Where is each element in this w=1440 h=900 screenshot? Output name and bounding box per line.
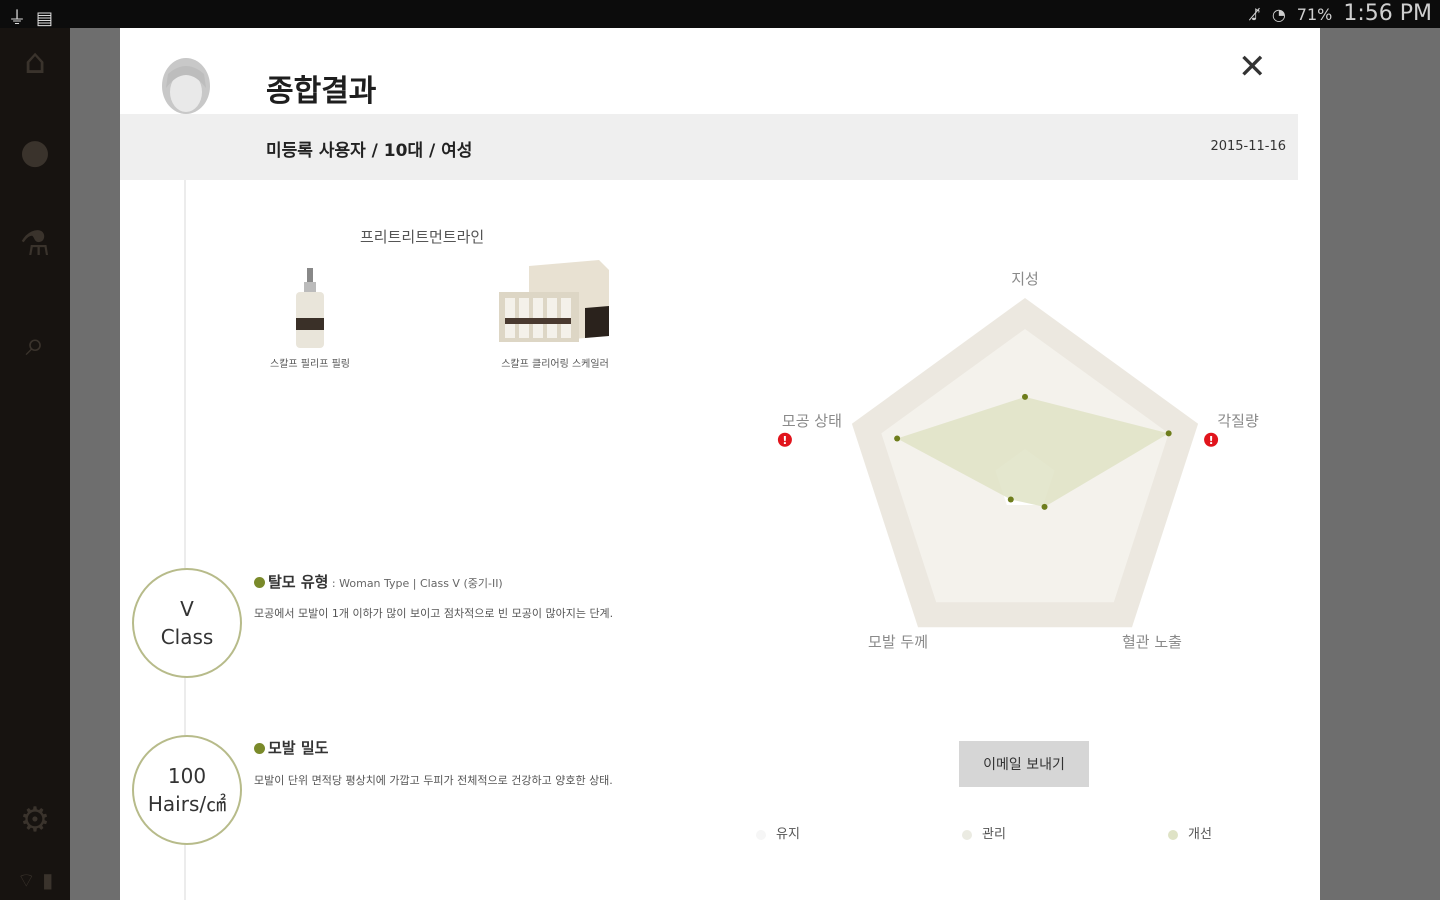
- legend-swatch: [756, 829, 766, 840]
- sidebar: ⌂ ● ⚗ ⌕ ⚙ ⌔ ▮: [0, 28, 70, 900]
- radar-axis-label: 모공 상태: [782, 412, 842, 430]
- battery-level: 71%: [1296, 5, 1333, 24]
- radar-data-point: [1007, 496, 1014, 503]
- class-label: Class: [160, 625, 214, 649]
- send-email-button[interactable]: 이메일 보내기: [959, 741, 1089, 787]
- status-bar: ⏚▤ ♪̸ ◔ 71% 1:56 PM: [0, 0, 1440, 29]
- alert-icon-mark: !: [782, 434, 787, 447]
- user-info-bar: 미등록 사용자 / 10대 / 여성 2015-11-16: [120, 114, 1298, 180]
- product-name: 스칼프 필리프 필링: [270, 359, 350, 370]
- hair-density-description: 모발이 단위 면적당 평상치에 가깝고 두피가 전체적으로 건강하고 양호한 상…: [254, 774, 613, 787]
- serum-bottle-image: [296, 268, 324, 348]
- recommendation-title: 프리트리트먼트라인: [360, 228, 485, 246]
- hair-loss-type-subtitle: : Woman Type | Class V (중기-II): [328, 577, 503, 590]
- search-icon[interactable]: ⌕: [0, 324, 70, 364]
- density-value: 100: [167, 764, 207, 788]
- class-value: V: [180, 597, 194, 621]
- hair-density-title: 모발 밀도: [254, 737, 328, 758]
- alert-icon-mark: !: [1209, 434, 1214, 447]
- legend-item-maintain: 유지: [756, 823, 800, 842]
- user-icon[interactable]: ●: [0, 132, 70, 172]
- wifi-icon: ◔: [1271, 5, 1286, 24]
- radar-chart: 지성각질량! 혈관 노출 모발 두께 모공 상태!: [777, 270, 1259, 651]
- radar-axis-label: 혈관 노출: [1122, 633, 1182, 651]
- close-icon[interactable]: ✕: [1238, 50, 1267, 84]
- radar-data-point: [894, 435, 901, 442]
- hair-loss-class-circle: V Class: [132, 568, 242, 678]
- radar-axis-label: 각질량: [1217, 412, 1259, 430]
- home-icon[interactable]: ⌂: [0, 42, 70, 82]
- radar-data-point: [1022, 393, 1028, 400]
- wifi-icon: ⌔ ▮: [16, 868, 54, 892]
- legend-swatch: [1168, 829, 1178, 840]
- usb-icon: ⏚: [8, 8, 36, 29]
- hair-loss-type-description: 모공에서 모발이 1개 이하가 많이 보이고 점차적으로 빈 모공이 많아지는 …: [254, 607, 614, 620]
- product-card[interactable]: 스칼프 필리프 필링: [250, 268, 370, 370]
- clock: 1:56 PM: [1343, 1, 1432, 26]
- result-modal: 종합결과 ✕ 미등록 사용자 / 10대 / 여성 2015-11-16 프리트…: [120, 28, 1320, 900]
- mute-icon: ♪̸: [1250, 5, 1261, 24]
- radar-axis-label: 지성: [1011, 270, 1039, 288]
- hair-density-circle: 100 Hairs/㎠: [132, 735, 242, 845]
- modal-title: 종합결과: [266, 74, 377, 109]
- microscope-icon[interactable]: ⚗: [0, 224, 70, 264]
- user-info: 미등록 사용자 / 10대 / 여성: [266, 141, 473, 161]
- hair-loss-type-title: 탈모 유형 : Woman Type | Class V (중기-II): [254, 571, 503, 592]
- density-unit: Hairs/㎠: [147, 792, 227, 816]
- radar-data-point: [1165, 430, 1172, 437]
- legend-item-improve: 개선: [1168, 823, 1212, 842]
- product-card[interactable]: 스칼프 클리어링 스케일러: [480, 258, 630, 370]
- legend-item-manage: 관리: [962, 823, 1006, 842]
- bullet-icon: [254, 577, 265, 588]
- result-date: 2015-11-16: [1210, 139, 1286, 154]
- radar-axis-label: 모발 두께: [868, 633, 928, 651]
- ampoule-box-image: [499, 260, 609, 342]
- gear-icon[interactable]: ⚙: [0, 800, 70, 840]
- product-name: 스칼프 클리어링 스케일러: [501, 359, 609, 370]
- legend-swatch: [962, 829, 972, 840]
- keyboard-icon: ▤: [36, 8, 64, 29]
- radar-data-point: [1041, 503, 1048, 510]
- bullet-icon: [254, 743, 265, 754]
